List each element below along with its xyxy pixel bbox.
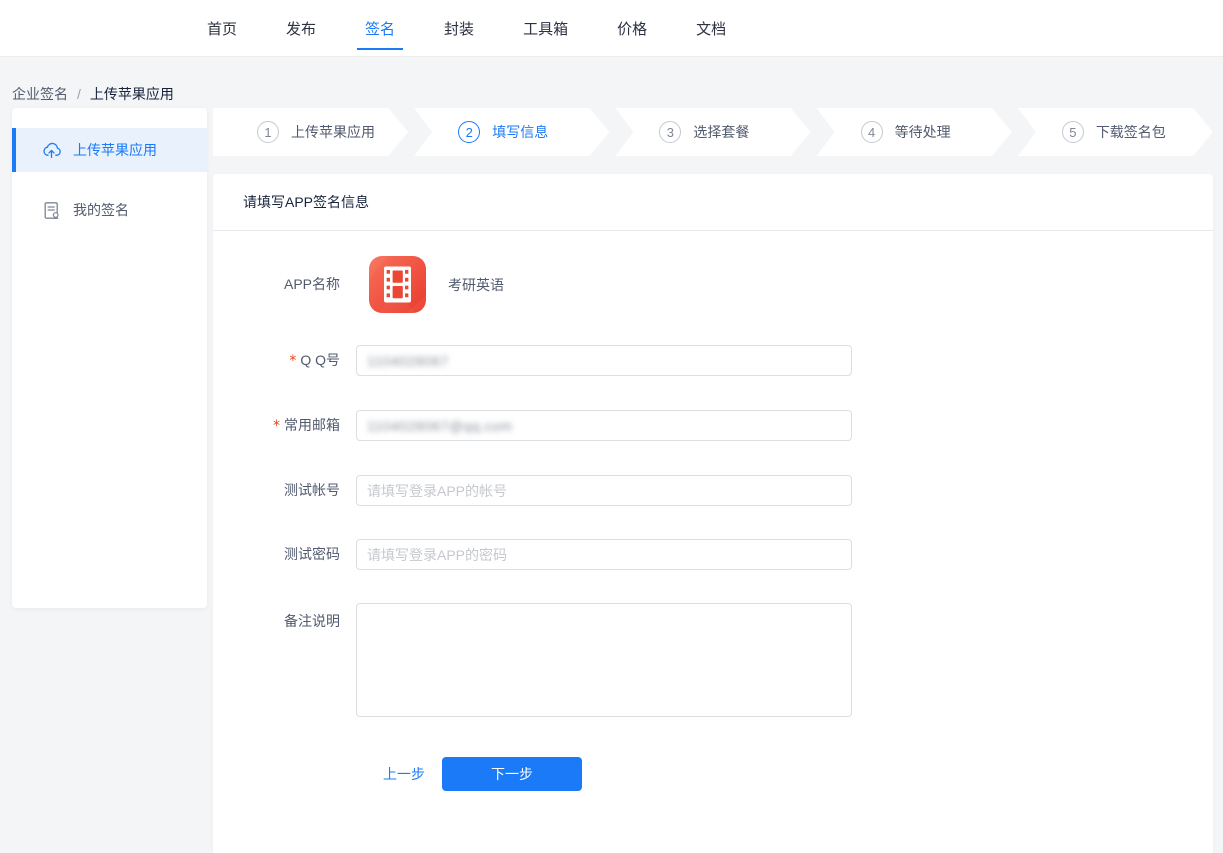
email-label: *常用邮箱 bbox=[243, 410, 340, 442]
qq-value-redacted: 1104028067 bbox=[367, 353, 449, 369]
nav-item-sign[interactable]: 签名 bbox=[365, 14, 395, 43]
test-account-row: 测试帐号 bbox=[243, 475, 1213, 506]
sidebar-item-label: 我的签名 bbox=[73, 200, 129, 220]
email-input[interactable]: 1104028067@qq.com bbox=[356, 410, 852, 441]
film-app-icon bbox=[369, 256, 426, 313]
top-nav: 首页 发布 签名 封装 工具箱 价格 文档 bbox=[0, 0, 1223, 57]
qq-input[interactable]: 1104028067 bbox=[356, 345, 852, 376]
nav-item-price[interactable]: 价格 bbox=[617, 14, 647, 43]
wizard-stepper: 1 上传苹果应用 2 填写信息 3 选择套餐 4 等待处理 5 下载签名包 bbox=[213, 108, 1213, 156]
required-marker: * bbox=[273, 418, 280, 434]
sidebar: 上传苹果应用 我的签名 bbox=[12, 108, 207, 608]
sidebar-item-label: 上传苹果应用 bbox=[73, 140, 157, 160]
panel-title: 请填写APP签名信息 bbox=[213, 174, 1213, 231]
app-name-row: APP名称 bbox=[243, 256, 1213, 313]
remark-label: 备注说明 bbox=[243, 603, 340, 717]
step-3-choose-plan: 3 选择套餐 bbox=[615, 108, 810, 156]
step-label: 上传苹果应用 bbox=[291, 122, 375, 142]
remark-textarea[interactable] bbox=[356, 603, 852, 717]
cloud-upload-icon bbox=[41, 140, 62, 161]
content-area: 上传苹果应用 我的签名 1 上传苹果应用 2 填写信息 3 bbox=[0, 108, 1223, 853]
remark-row: 备注说明 bbox=[243, 603, 1213, 717]
test-password-input[interactable] bbox=[356, 539, 852, 570]
test-password-label: 测试密码 bbox=[243, 539, 340, 570]
sidebar-item-upload-ios-app[interactable]: 上传苹果应用 bbox=[12, 128, 207, 172]
test-account-input[interactable] bbox=[356, 475, 852, 506]
step-number: 1 bbox=[257, 121, 279, 143]
breadcrumb-current-page: 上传苹果应用 bbox=[90, 84, 174, 104]
breadcrumb-enterprise-sign[interactable]: 企业签名 bbox=[12, 84, 68, 104]
nav-item-package[interactable]: 封装 bbox=[444, 14, 474, 43]
email-value-redacted: 1104028067@qq.com bbox=[367, 418, 512, 434]
step-4-wait-processing: 4 等待处理 bbox=[817, 108, 1012, 156]
sign-info-panel: 请填写APP签名信息 APP名称 bbox=[213, 174, 1213, 853]
step-5-download-package: 5 下载签名包 bbox=[1018, 108, 1213, 156]
step-label: 选择套餐 bbox=[693, 122, 749, 142]
app-name-value: 考研英语 bbox=[448, 275, 504, 295]
qq-label: *Q Q号 bbox=[243, 345, 340, 377]
test-password-row: 测试密码 bbox=[243, 539, 1213, 570]
sign-info-form: APP名称 bbox=[213, 231, 1213, 821]
step-label: 下载签名包 bbox=[1096, 122, 1166, 142]
nav-item-home[interactable]: 首页 bbox=[207, 14, 237, 43]
step-number: 3 bbox=[659, 121, 681, 143]
sidebar-item-my-signatures[interactable]: 我的签名 bbox=[12, 188, 207, 232]
step-label: 等待处理 bbox=[895, 122, 951, 142]
breadcrumb-separator: / bbox=[77, 86, 81, 102]
step-2-fill-info-current: 2 填写信息 bbox=[414, 108, 609, 156]
step-number: 4 bbox=[861, 121, 883, 143]
step-number: 2 bbox=[458, 121, 480, 143]
step-1-upload-app: 1 上传苹果应用 bbox=[213, 108, 408, 156]
required-marker: * bbox=[289, 353, 296, 369]
signature-doc-icon bbox=[41, 200, 62, 221]
email-row: *常用邮箱 1104028067@qq.com bbox=[243, 410, 1213, 442]
qq-row: *Q Q号 1104028067 bbox=[243, 345, 1213, 377]
prev-step-link[interactable]: 上一步 bbox=[383, 764, 425, 784]
nav-item-toolbox[interactable]: 工具箱 bbox=[523, 14, 568, 43]
step-label: 填写信息 bbox=[492, 122, 548, 142]
step-number: 5 bbox=[1062, 121, 1084, 143]
nav-item-publish[interactable]: 发布 bbox=[286, 14, 316, 43]
nav-item-docs[interactable]: 文档 bbox=[696, 14, 726, 43]
next-step-button[interactable]: 下一步 bbox=[442, 757, 582, 791]
breadcrumb: 企业签名 / 上传苹果应用 bbox=[0, 57, 1223, 108]
test-account-label: 测试帐号 bbox=[243, 475, 340, 506]
app-name-label: APP名称 bbox=[243, 269, 340, 300]
form-actions: 上一步 下一步 bbox=[383, 757, 1213, 821]
main-panel: 1 上传苹果应用 2 填写信息 3 选择套餐 4 等待处理 5 下载签名包 请填… bbox=[213, 108, 1213, 853]
